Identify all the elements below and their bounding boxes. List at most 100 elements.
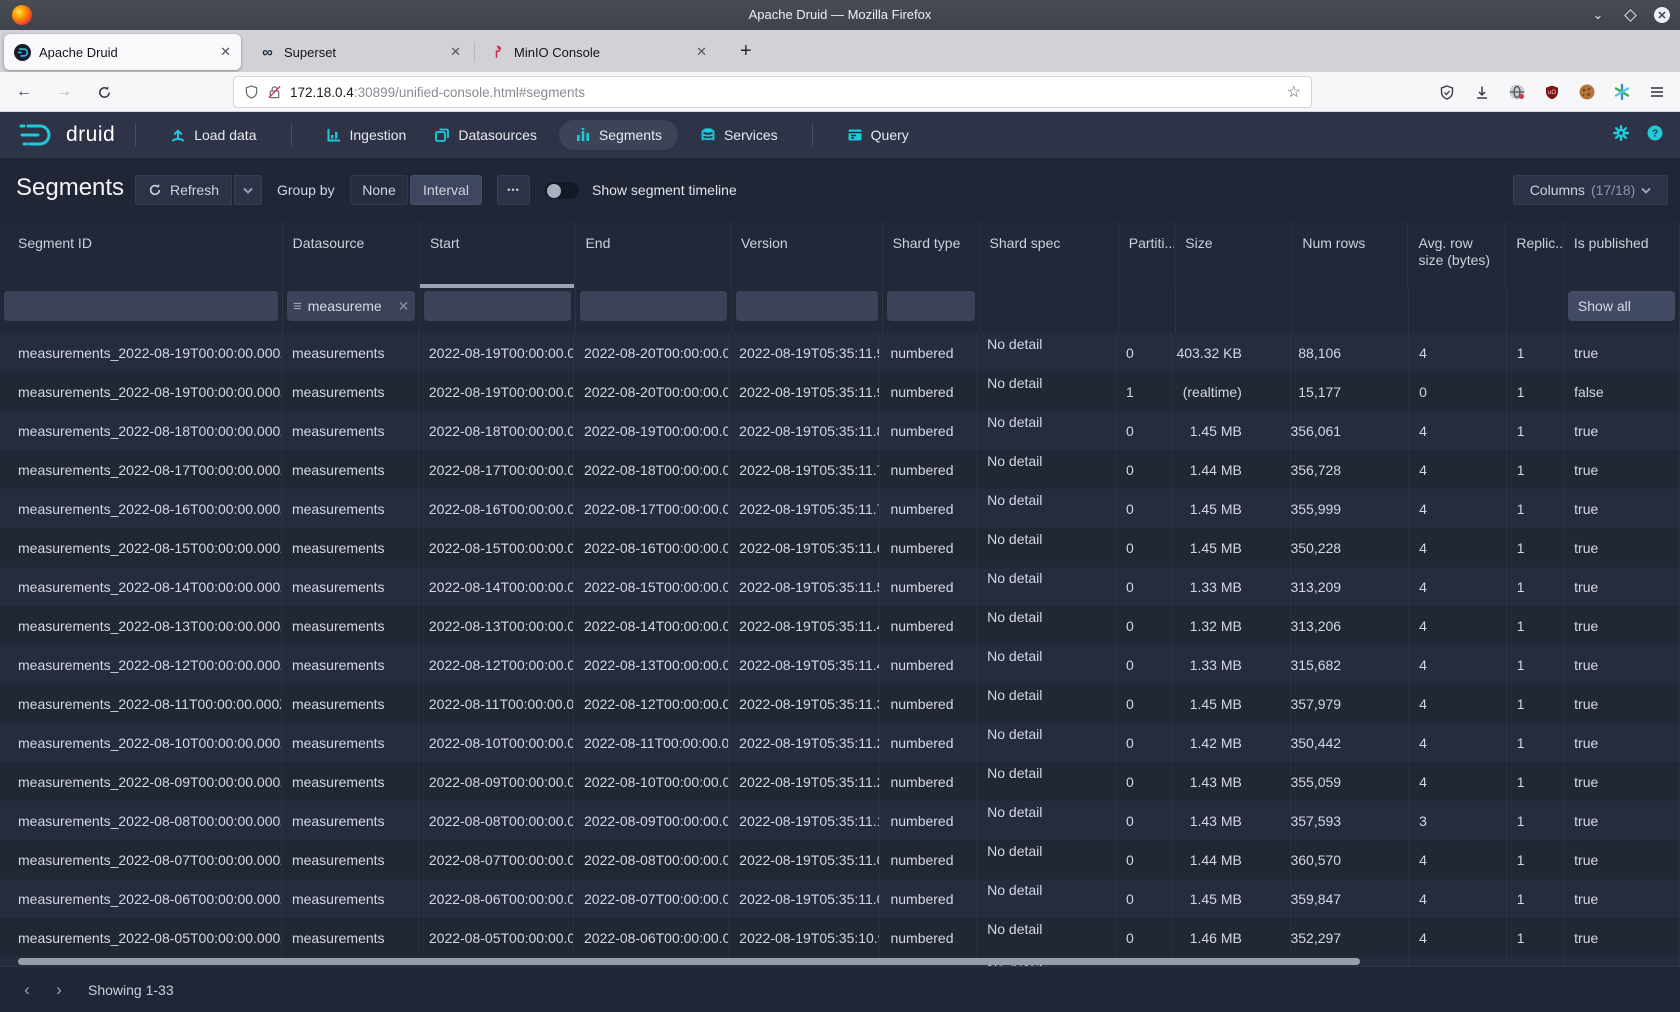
cell: 3 xyxy=(1409,801,1507,840)
nav-item-services[interactable]: Services xyxy=(700,127,778,143)
cell: 1 xyxy=(1507,606,1564,645)
table-row[interactable]: measurements_2022-08-13T00:00:00.000Z...… xyxy=(0,606,1680,645)
column-header-num-rows[interactable]: Num rows xyxy=(1292,222,1408,288)
filter-cell xyxy=(732,288,884,333)
tab-apache-druid[interactable]: Apache Druid ✕ xyxy=(4,34,241,70)
forward-icon[interactable]: → xyxy=(52,80,76,104)
new-tab-button[interactable]: + xyxy=(740,40,752,62)
refresh-dropdown-button[interactable] xyxy=(234,175,262,205)
caret-down-icon xyxy=(243,187,253,194)
ublock-origin-icon[interactable]: uO xyxy=(1541,81,1563,103)
help-icon[interactable]: ? xyxy=(1646,124,1664,147)
menu-hamburger-icon[interactable] xyxy=(1646,81,1668,103)
tab-close-icon[interactable]: ✕ xyxy=(696,44,707,60)
table-row[interactable]: measurements_2022-08-06T00:00:00.000Z...… xyxy=(0,879,1680,918)
cell: measurements xyxy=(282,567,419,606)
column-header-partiti-[interactable]: Partiti... xyxy=(1119,222,1176,288)
filter-chip-text: measureme xyxy=(308,298,394,314)
filter-input[interactable] xyxy=(736,291,879,321)
close-window-icon[interactable]: ✕ xyxy=(1654,7,1670,23)
cell: 4 xyxy=(1409,840,1507,879)
table-row[interactable]: measurements_2022-08-05T00:00:00.000Z...… xyxy=(0,918,1680,957)
minio-favicon xyxy=(489,44,506,61)
column-header-shard-spec[interactable]: Shard spec xyxy=(980,222,1119,288)
table-row[interactable]: measurements_2022-08-09T00:00:00.000Z...… xyxy=(0,762,1680,801)
columns-button[interactable]: Columns (17/18) xyxy=(1513,175,1668,205)
cell: measurements_2022-08-12T00:00:00.000Z... xyxy=(0,645,282,684)
bookmark-star-icon[interactable]: ☆ xyxy=(1287,82,1301,102)
colorful-asterisk-extension-icon[interactable] xyxy=(1611,81,1633,103)
tab-close-icon[interactable]: ✕ xyxy=(220,44,231,60)
nav-item-datasources[interactable]: Datasources xyxy=(434,127,537,143)
is-published-filter-select[interactable]: Show all xyxy=(1568,291,1675,321)
segment-timeline-toggle[interactable] xyxy=(545,182,579,199)
column-header-replic-[interactable]: Replic... xyxy=(1506,222,1564,288)
settings-gear-icon[interactable] xyxy=(1612,124,1630,147)
more-options-button[interactable]: ••• xyxy=(497,175,530,205)
nav-item-ingestion[interactable]: Ingestion xyxy=(326,127,407,143)
filter-input[interactable] xyxy=(580,291,727,321)
column-header-start[interactable]: Start xyxy=(420,222,576,288)
showing-count: Showing 1-33 xyxy=(88,967,174,1012)
cell: 359,847 xyxy=(1291,879,1409,918)
reload-icon[interactable] xyxy=(92,80,116,104)
table-row[interactable]: measurements_2022-08-19T00:00:00.000Z...… xyxy=(0,372,1680,411)
table-row[interactable]: measurements_2022-08-11T00:00:00.000Z...… xyxy=(0,684,1680,723)
column-header-shard-type[interactable]: Shard type xyxy=(883,222,980,288)
filter-input[interactable] xyxy=(424,291,571,321)
cell: 1.45 MB xyxy=(1172,684,1290,723)
nav-item-segments-active[interactable]: Segments xyxy=(559,120,678,150)
column-header-end[interactable]: End xyxy=(575,222,731,288)
previous-page-button[interactable]: ‹ xyxy=(14,977,40,1003)
cell: No detail xyxy=(977,840,1116,879)
url-bar[interactable]: 172.18.0.4:30899/unified-console.html#se… xyxy=(233,76,1312,108)
insecure-lock-icon[interactable] xyxy=(267,84,282,100)
nav-item-query[interactable]: Query xyxy=(847,127,909,143)
cookie-icon[interactable] xyxy=(1576,81,1598,103)
nav-item-load-data[interactable]: Load data xyxy=(170,127,256,143)
column-header-datasource[interactable]: Datasource xyxy=(283,222,420,288)
cell: measurements_2022-08-15T00:00:00.000Z... xyxy=(0,528,282,567)
group-by-none-button[interactable]: None xyxy=(350,175,408,205)
table-row[interactable]: measurements_2022-08-12T00:00:00.000Z...… xyxy=(0,645,1680,684)
downloads-icon[interactable] xyxy=(1471,81,1493,103)
druid-logo[interactable]: druid xyxy=(18,122,115,148)
table-row[interactable]: measurements_2022-08-15T00:00:00.000Z...… xyxy=(0,528,1680,567)
column-header-segment-id[interactable]: Segment ID xyxy=(0,222,283,288)
table-row[interactable]: measurements_2022-08-16T00:00:00.000Z...… xyxy=(0,489,1680,528)
column-header-version[interactable]: Version xyxy=(731,222,883,288)
tab-close-icon[interactable]: ✕ xyxy=(450,44,461,60)
cell: 356,728 xyxy=(1291,450,1409,489)
tab-superset[interactable]: ∞ Superset ✕ xyxy=(249,34,471,70)
maximize-icon[interactable] xyxy=(1624,9,1637,22)
filter-input[interactable] xyxy=(887,291,975,321)
table-row[interactable]: measurements_2022-08-10T00:00:00.000Z...… xyxy=(0,723,1680,762)
cell: 4 xyxy=(1409,879,1507,918)
column-header-avg-row-size-bytes-[interactable]: Avg. row size (bytes) xyxy=(1408,222,1506,288)
account-shield-icon[interactable] xyxy=(1436,81,1458,103)
cell: 2022-08-19T05:35:11.9... xyxy=(729,333,880,372)
filter-cell xyxy=(576,288,732,333)
datasource-filter-chip[interactable]: ≡measureme✕ xyxy=(287,291,415,321)
column-header-size[interactable]: Size xyxy=(1175,222,1292,288)
tab-minio-console[interactable]: MinIO Console ✕ xyxy=(479,34,717,70)
table-row[interactable]: measurements_2022-08-08T00:00:00.000Z...… xyxy=(0,801,1680,840)
table-row[interactable]: measurements_2022-08-07T00:00:00.000Z...… xyxy=(0,840,1680,879)
refresh-button[interactable]: Refresh xyxy=(135,175,232,205)
table-row[interactable]: measurements_2022-08-14T00:00:00.000Z...… xyxy=(0,567,1680,606)
cell: 352,297 xyxy=(1291,918,1409,957)
table-row[interactable]: measurements_2022-08-19T00:00:00.000Z...… xyxy=(0,333,1680,372)
next-page-button[interactable]: › xyxy=(46,977,72,1003)
group-by-interval-button[interactable]: Interval xyxy=(410,175,482,205)
column-header-is-published[interactable]: Is published xyxy=(1564,222,1680,288)
back-icon[interactable]: ← xyxy=(12,80,36,104)
horizontal-scrollbar[interactable] xyxy=(18,958,1360,965)
multi-account-containers-icon[interactable] xyxy=(1506,81,1528,103)
table-row[interactable]: measurements_2022-08-17T00:00:00.000Z...… xyxy=(0,450,1680,489)
filter-chip-close-icon[interactable]: ✕ xyxy=(398,298,410,315)
filter-input[interactable] xyxy=(4,291,278,321)
url-text[interactable]: 172.18.0.4:30899/unified-console.html#se… xyxy=(290,85,1287,100)
shield-icon[interactable] xyxy=(244,84,259,100)
table-row[interactable]: measurements_2022-08-18T00:00:00.000Z...… xyxy=(0,411,1680,450)
minimize-icon[interactable]: ⌄ xyxy=(1590,7,1606,23)
